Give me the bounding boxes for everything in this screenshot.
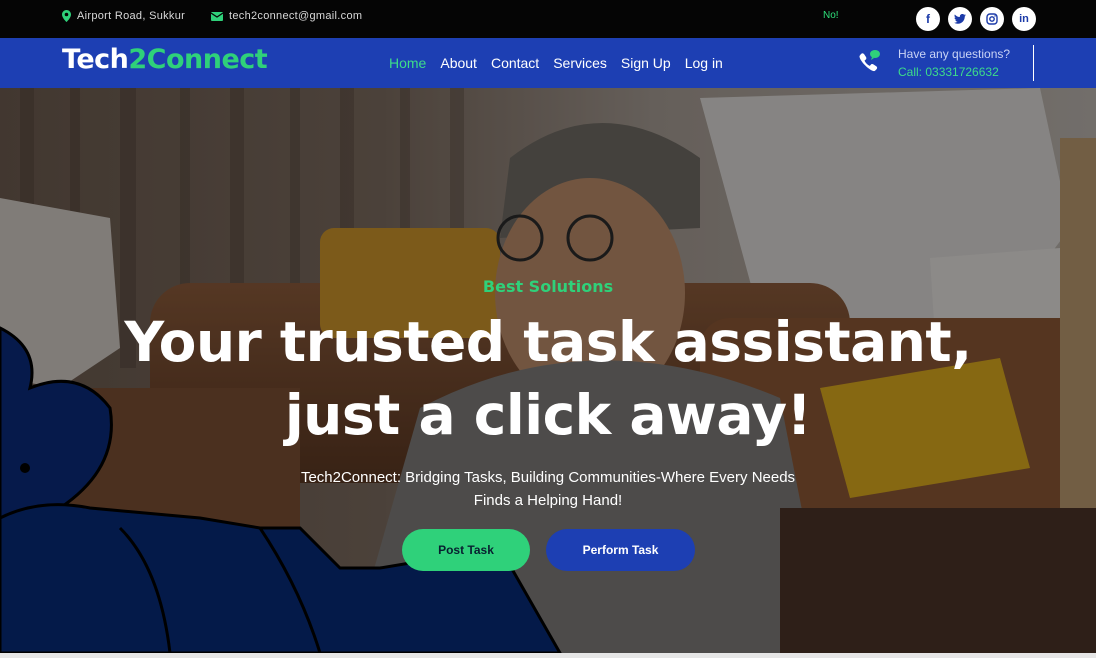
- hero-subtitle: Tech2Connect: Bridging Tasks, Building C…: [300, 469, 796, 509]
- hero-section: Best Solutions Your trusted task assista…: [0, 88, 1096, 653]
- address-text: Airport Road, Sukkur: [77, 10, 186, 22]
- hero-headline: Your trusted task assistant, just a clic…: [124, 310, 972, 447]
- linkedin-icon[interactable]: in: [1012, 7, 1036, 31]
- main-nav: Tech2Connect Home About Contact Services…: [0, 38, 1096, 88]
- questions-text: Have any questions?: [898, 47, 1011, 61]
- envelope-icon: [211, 11, 223, 21]
- facebook-icon[interactable]: f: [916, 7, 940, 31]
- nav-item-signup[interactable]: Sign Up: [621, 55, 671, 71]
- nav-item-about[interactable]: About: [440, 55, 477, 71]
- map-marker-icon: [62, 10, 71, 22]
- top-bar: Airport Road, Sukkur tech2connect@gmail.…: [0, 0, 1096, 38]
- hero-eyebrow: Best Solutions: [482, 277, 614, 296]
- brand-main: Tech: [62, 44, 129, 75]
- nav-item-services[interactable]: Services: [553, 55, 607, 71]
- brand-accent: 2Connect: [128, 44, 268, 75]
- brand-logo[interactable]: Tech2Connect: [62, 44, 268, 75]
- twitter-icon[interactable]: [948, 7, 972, 31]
- nav-menu: Home About Contact Services Sign Up Log …: [389, 55, 723, 71]
- page-bottom-strip: [0, 653, 1096, 658]
- email-info[interactable]: tech2connect@gmail.com: [211, 10, 362, 22]
- perform-task-button[interactable]: Perform Task: [546, 529, 695, 571]
- instagram-icon[interactable]: [980, 7, 1004, 31]
- phone-chat-icon: [855, 48, 883, 81]
- post-task-button[interactable]: Post Task: [402, 529, 530, 571]
- nav-item-home[interactable]: Home: [389, 55, 426, 71]
- notice-text: No!: [823, 10, 839, 21]
- nav-divider: [1033, 45, 1034, 81]
- email-text[interactable]: tech2connect@gmail.com: [229, 10, 362, 22]
- call-number[interactable]: Call: 03331726632: [898, 65, 999, 79]
- address-info: Airport Road, Sukkur: [62, 10, 185, 22]
- nav-item-contact[interactable]: Contact: [491, 55, 539, 71]
- social-links: f in: [916, 7, 1036, 31]
- nav-item-login[interactable]: Log in: [685, 55, 723, 71]
